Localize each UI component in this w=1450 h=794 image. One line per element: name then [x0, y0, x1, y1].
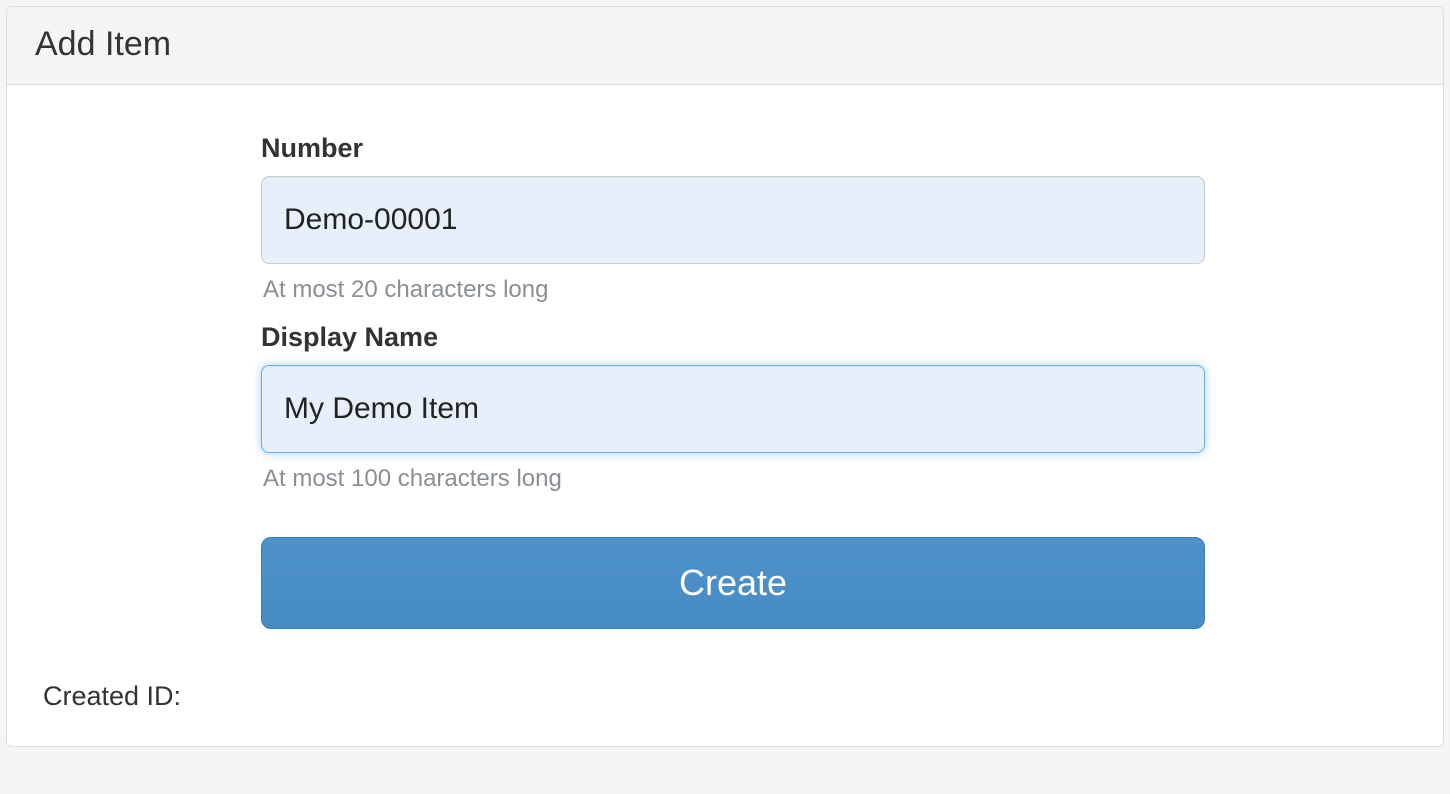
panel-heading: Add Item: [7, 7, 1443, 85]
created-id-line: Created ID:: [43, 681, 1407, 712]
number-help: At most 20 characters long: [263, 276, 1205, 304]
add-item-form: Number At most 20 characters long Displa…: [43, 133, 1407, 712]
display-name-label: Display Name: [261, 322, 1205, 353]
display-name-group: Display Name At most 100 characters long: [261, 322, 1205, 493]
display-name-input[interactable]: [261, 365, 1205, 453]
display-name-help: At most 100 characters long: [263, 465, 1205, 493]
number-group: Number At most 20 characters long: [261, 133, 1205, 304]
panel-title: Add Item: [35, 25, 1415, 64]
panel-body: Number At most 20 characters long Displa…: [7, 85, 1443, 746]
number-label: Number: [261, 133, 1205, 164]
create-button[interactable]: Create: [261, 537, 1205, 629]
add-item-panel: Add Item Number At most 20 characters lo…: [6, 6, 1444, 747]
created-id-label: Created ID:: [43, 681, 181, 711]
number-input[interactable]: [261, 176, 1205, 264]
